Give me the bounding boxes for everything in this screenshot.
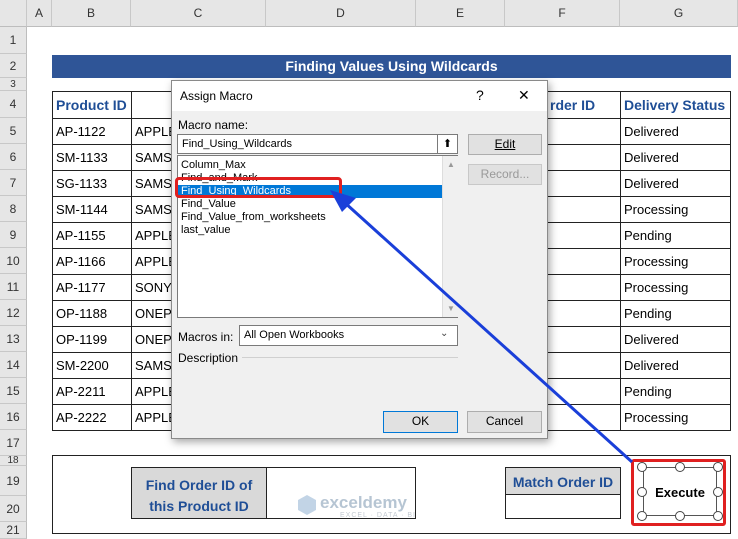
arrow-line	[342, 200, 634, 464]
pointer-arrow	[330, 190, 634, 464]
